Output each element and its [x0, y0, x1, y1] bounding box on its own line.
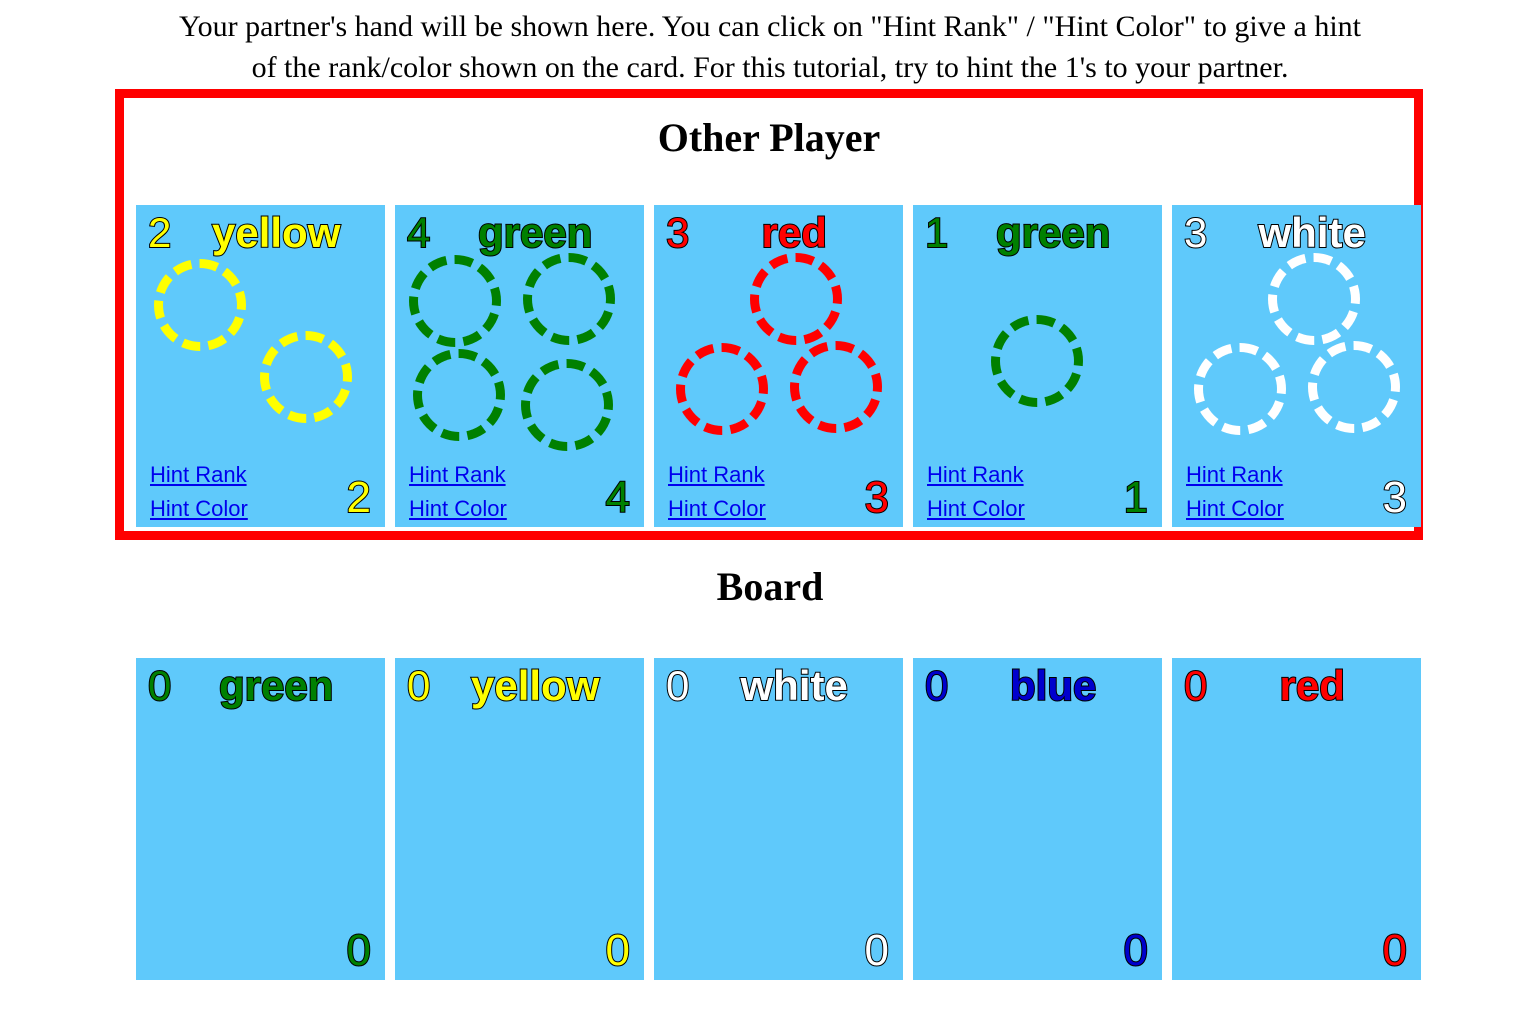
card-rank-top: 2	[147, 208, 172, 257]
card-color-label: white	[740, 661, 849, 710]
firework-burst-group	[913, 253, 1162, 453]
hand-card[interactable]: 2 yellow Hint Rank Hint Color 2	[136, 205, 385, 527]
card-color-label: red	[1279, 661, 1346, 710]
hand-card[interactable]: 1 green Hint Rank Hint Color 1	[913, 205, 1162, 527]
card-rank-bottom: 0	[863, 925, 890, 976]
other-player-hand: 2 yellow Hint Rank Hint Color 2 4 green Hint Ra…	[136, 205, 1421, 527]
hint-color-link[interactable]: Hint Color	[927, 497, 1025, 521]
firework-burst-group	[654, 253, 903, 453]
card-rank-top: 0	[1183, 661, 1208, 710]
firework-burst-icon	[1194, 343, 1286, 435]
card-rank-top: 4	[406, 208, 431, 257]
card-rank-top: 0	[147, 661, 172, 710]
firework-burst-group	[1172, 253, 1421, 453]
hint-color-link[interactable]: Hint Color	[150, 497, 248, 521]
firework-burst-icon	[1308, 341, 1400, 433]
hint-rank-link[interactable]: Hint Rank	[1186, 463, 1283, 487]
card-rank-bottom: 3	[863, 472, 890, 523]
hint-link-group: Hint Rank Hint Color	[1186, 463, 1284, 521]
card-color-label: blue	[1009, 661, 1097, 710]
card-rank-bottom: 1	[1122, 472, 1149, 523]
tutorial-instructions: Your partner's hand will be shown here. …	[0, 6, 1540, 88]
card-rank-top: 0	[406, 661, 431, 710]
card-header: 3 white	[1172, 207, 1421, 259]
hint-rank-link[interactable]: Hint Rank	[927, 463, 1024, 487]
hint-link-group: Hint Rank Hint Color	[409, 463, 507, 521]
tutorial-instructions-line-2: of the rank/color shown on the card. For…	[251, 51, 1289, 84]
card-header: 0 blue	[913, 660, 1162, 712]
card-rank-bottom: 0	[604, 925, 631, 976]
hint-color-link[interactable]: Hint Color	[1186, 497, 1284, 521]
other-player-heading: Other Player	[657, 115, 881, 160]
board-stack-card: 0 blue 0	[913, 658, 1162, 980]
card-rank-top: 0	[665, 661, 690, 710]
card-header: 0 white	[654, 660, 903, 712]
card-header: 1 green	[913, 207, 1162, 259]
board-stacks: 0 green 0 0 yellow 0 0 white 0 0 blue 0 0 red 0	[136, 658, 1421, 980]
firework-burst-icon	[750, 253, 842, 345]
firework-burst-icon	[521, 359, 613, 451]
hint-color-link[interactable]: Hint Color	[668, 497, 766, 521]
firework-burst-icon	[260, 331, 352, 423]
card-color-label: yellow	[470, 661, 600, 710]
card-header: 3 red	[654, 207, 903, 259]
card-color-label: green	[218, 661, 334, 710]
card-rank-bottom: 4	[604, 472, 631, 523]
firework-burst-icon	[409, 255, 501, 347]
card-rank-bottom: 0	[1122, 925, 1149, 976]
board-stack-card: 0 yellow 0	[395, 658, 644, 980]
card-rank-top: 3	[1183, 208, 1208, 257]
hand-card[interactable]: 3 red Hint Rank Hint Color 3	[654, 205, 903, 527]
hint-color-link[interactable]: Hint Color	[409, 497, 507, 521]
board-heading: Board	[716, 564, 824, 609]
card-rank-bottom: 3	[1381, 472, 1408, 523]
hint-link-group: Hint Rank Hint Color	[668, 463, 766, 521]
hint-rank-link[interactable]: Hint Rank	[150, 463, 247, 487]
hint-link-group: Hint Rank Hint Color	[150, 463, 248, 521]
card-rank-bottom: 0	[345, 925, 372, 976]
game-page: Your partner's hand will be shown here. …	[0, 0, 1540, 1011]
card-rank-top: 1	[924, 208, 949, 257]
firework-burst-icon	[413, 349, 505, 441]
hand-card[interactable]: 4 green Hint Rank Hint Color 4	[395, 205, 644, 527]
firework-burst-icon	[1268, 253, 1360, 345]
firework-burst-icon	[154, 259, 246, 351]
card-color-label: green	[995, 208, 1111, 257]
card-color-label: yellow	[211, 208, 341, 257]
hand-card[interactable]: 3 white Hint Rank Hint Color 3	[1172, 205, 1421, 527]
firework-burst-icon	[991, 315, 1083, 407]
firework-burst-icon	[523, 253, 615, 345]
card-header: 4 green	[395, 207, 644, 259]
board-stack-card: 0 red 0	[1172, 658, 1421, 980]
card-rank-bottom: 0	[1381, 925, 1408, 976]
firework-burst-icon	[676, 343, 768, 435]
firework-burst-icon	[790, 341, 882, 433]
card-header: 2 yellow	[136, 207, 385, 259]
board-stack-card: 0 green 0	[136, 658, 385, 980]
firework-burst-group	[395, 253, 644, 453]
firework-burst-group	[136, 253, 385, 453]
tutorial-instructions-line-1: Your partner's hand will be shown here. …	[178, 10, 1362, 43]
card-color-label: green	[477, 208, 593, 257]
card-header: 0 yellow	[395, 660, 644, 712]
card-rank-top: 0	[924, 661, 949, 710]
card-rank-bottom: 2	[345, 472, 372, 523]
card-color-label: red	[761, 208, 828, 257]
hint-rank-link[interactable]: Hint Rank	[409, 463, 506, 487]
card-rank-top: 3	[665, 208, 690, 257]
hint-link-group: Hint Rank Hint Color	[927, 463, 1025, 521]
card-header: 0 red	[1172, 660, 1421, 712]
card-color-label: white	[1258, 208, 1367, 257]
card-header: 0 green	[136, 660, 385, 712]
board-stack-card: 0 white 0	[654, 658, 903, 980]
hint-rank-link[interactable]: Hint Rank	[668, 463, 765, 487]
